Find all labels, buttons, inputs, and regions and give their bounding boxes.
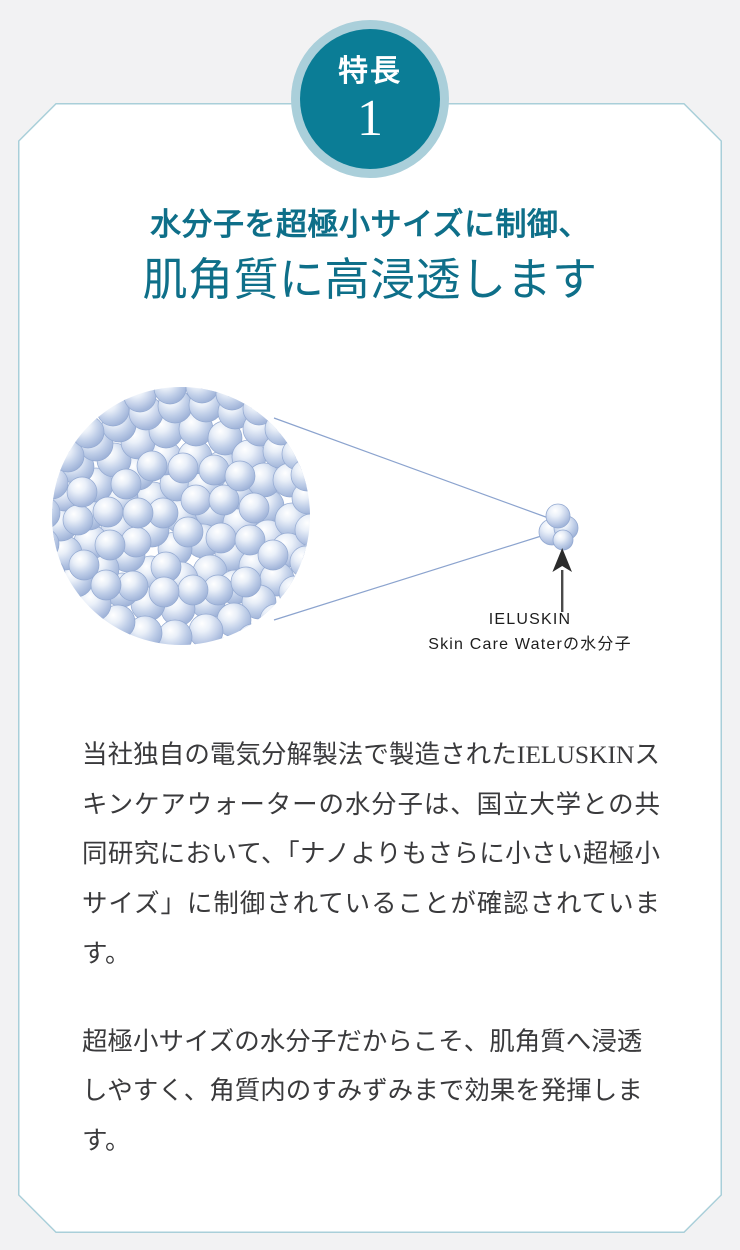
small-molecule — [538, 503, 579, 551]
badge-label: 特長 — [338, 55, 402, 88]
body-copy: 当社独自の電気分解製法で製造されたIELUSKINスキンケアウォーターの水分子は… — [82, 730, 660, 1166]
headline-line-2: 肌角質に高浸透します — [142, 254, 598, 305]
connector-lines — [273, 417, 555, 621]
badge-number: 1 — [357, 90, 383, 147]
headline-line-1: 水分子を超極小サイズに制御、 — [149, 207, 591, 242]
page-title: 水分子を超極小サイズに制御、 肌角質に高浸透します — [0, 205, 740, 309]
molecule-caption: IELUSKIN Skin Care Waterの水分子 — [380, 608, 680, 658]
feature-number-badge: 特長 1 — [291, 20, 449, 178]
badge-disc: 特長 1 — [300, 29, 440, 169]
body-paragraph-1: 当社独自の電気分解製法で製造されたIELUSKINスキンケアウォーターの水分子は… — [82, 740, 660, 968]
body-paragraph-2: 超極小サイズの水分子だからこそ、肌角質へ浸透しやすく、角質内のすみずみまで効果を… — [82, 1026, 643, 1156]
caption-line-1: IELUSKIN — [488, 611, 572, 628]
caption-line-2: Skin Care Waterの水分子 — [428, 635, 632, 653]
large-molecule-cluster — [52, 387, 310, 645]
pointer-arrow-up — [552, 548, 572, 612]
